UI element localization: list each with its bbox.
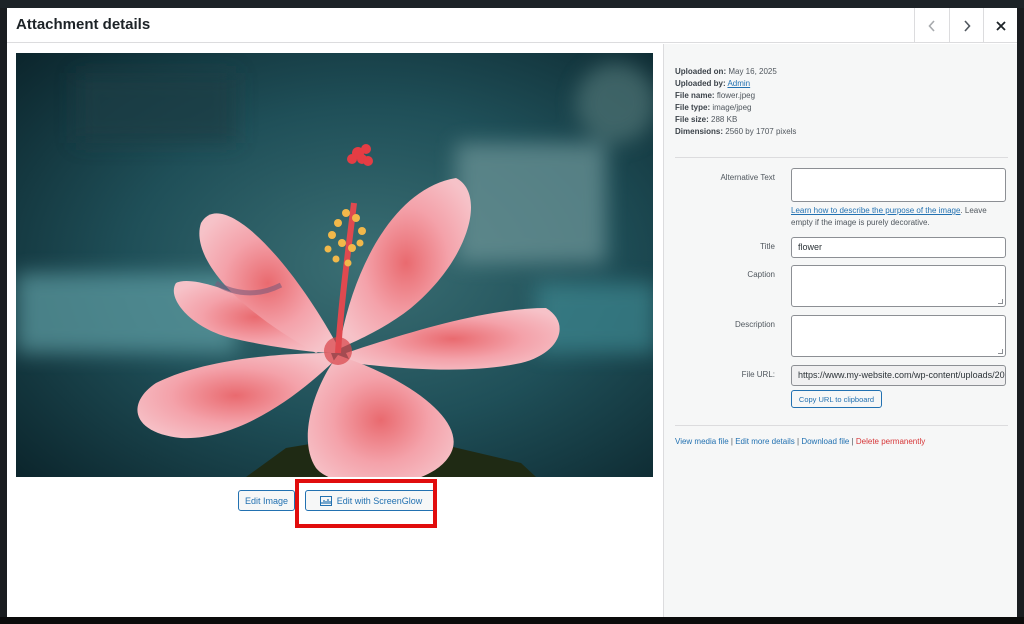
media-preview-area: Edit Image Edit with ScreenGlow (7, 44, 663, 617)
alt-text-field[interactable] (791, 168, 1006, 202)
uploaded-on-value: May 16, 2025 (728, 67, 777, 76)
view-media-file-link[interactable]: View media file (675, 437, 729, 446)
attachment-image (16, 53, 653, 477)
uploaded-by-row: Uploaded by: Admin (675, 78, 796, 90)
delete-permanently-link[interactable]: Delete permanently (856, 437, 925, 446)
modal-header: Attachment details (7, 8, 1017, 43)
description-label: Description (734, 320, 775, 329)
highlight-annotation-box (295, 479, 437, 528)
modal-title: Attachment details (16, 16, 151, 33)
alt-text-help: Learn how to describe the purpose of the… (791, 205, 1006, 229)
edit-more-details-link[interactable]: Edit more details (735, 437, 795, 446)
attachment-details-sidebar: Uploaded on: May 16, 2025 Uploaded by: A… (663, 44, 1017, 617)
chevron-left-icon (928, 19, 935, 32)
page-backdrop-bottom (0, 617, 1024, 624)
title-field[interactable]: flower (791, 237, 1006, 258)
alt-text-help-link[interactable]: Learn how to describe the purpose of the… (791, 206, 960, 215)
file-name-label: File name: (675, 91, 715, 100)
file-type-value: image/jpeg (712, 103, 752, 112)
edit-image-button[interactable]: Edit Image (238, 490, 295, 511)
file-type-label: File type: (675, 103, 711, 112)
previous-attachment-button[interactable] (914, 8, 949, 43)
file-meta: Uploaded on: May 16, 2025 Uploaded by: A… (675, 66, 796, 138)
attachment-details-modal: Attachment details Edit Image Edit with … (7, 8, 1017, 617)
alt-text-label: Alternative Text (720, 173, 775, 182)
download-file-link[interactable]: Download file (801, 437, 849, 446)
uploaded-by-label: Uploaded by: (675, 79, 726, 88)
caption-field[interactable] (791, 265, 1006, 307)
attachment-actions-links: View media file | Edit more details | Do… (675, 437, 925, 446)
file-url-label: File URL: (741, 370, 775, 379)
file-name-value: flower.jpeg (716, 91, 756, 100)
meta-divider (675, 157, 1008, 158)
dimensions-label: Dimensions: (675, 127, 724, 136)
uploaded-on-label: Uploaded on: (675, 67, 727, 76)
chevron-right-icon (964, 19, 971, 32)
uploaded-by-link[interactable]: Admin (727, 79, 750, 88)
copy-url-button[interactable]: Copy URL to clipboard (791, 390, 882, 408)
links-divider (675, 425, 1008, 426)
file-size-label: File size: (675, 115, 709, 124)
dimensions-value: 2560 by 1707 pixels (725, 127, 797, 136)
title-label: Title (760, 242, 775, 251)
close-modal-button[interactable] (983, 8, 1018, 43)
dimensions-row: Dimensions: 2560 by 1707 pixels (675, 126, 796, 138)
uploaded-on-row: Uploaded on: May 16, 2025 (675, 66, 796, 78)
file-size-row: File size: 288 KB (675, 114, 796, 126)
caption-resize-handle[interactable] (998, 299, 1003, 304)
close-icon (996, 20, 1006, 31)
hibiscus-photo (16, 53, 653, 477)
file-type-row: File type: image/jpeg (675, 102, 796, 114)
file-name-row: File name: flower.jpeg (675, 90, 796, 102)
page-backdrop-left (0, 8, 7, 624)
next-attachment-button[interactable] (949, 8, 984, 43)
admin-bar-backdrop (0, 0, 1024, 8)
file-url-field[interactable]: https://www.my-website.com/wp-content/up… (791, 365, 1006, 386)
description-resize-handle[interactable] (998, 349, 1003, 354)
description-field[interactable] (791, 315, 1006, 357)
image-actions: Edit Image Edit with ScreenGlow (7, 479, 663, 528)
caption-label: Caption (747, 270, 775, 279)
file-size-value: 288 KB (711, 115, 738, 124)
page-backdrop-right (1017, 8, 1024, 624)
